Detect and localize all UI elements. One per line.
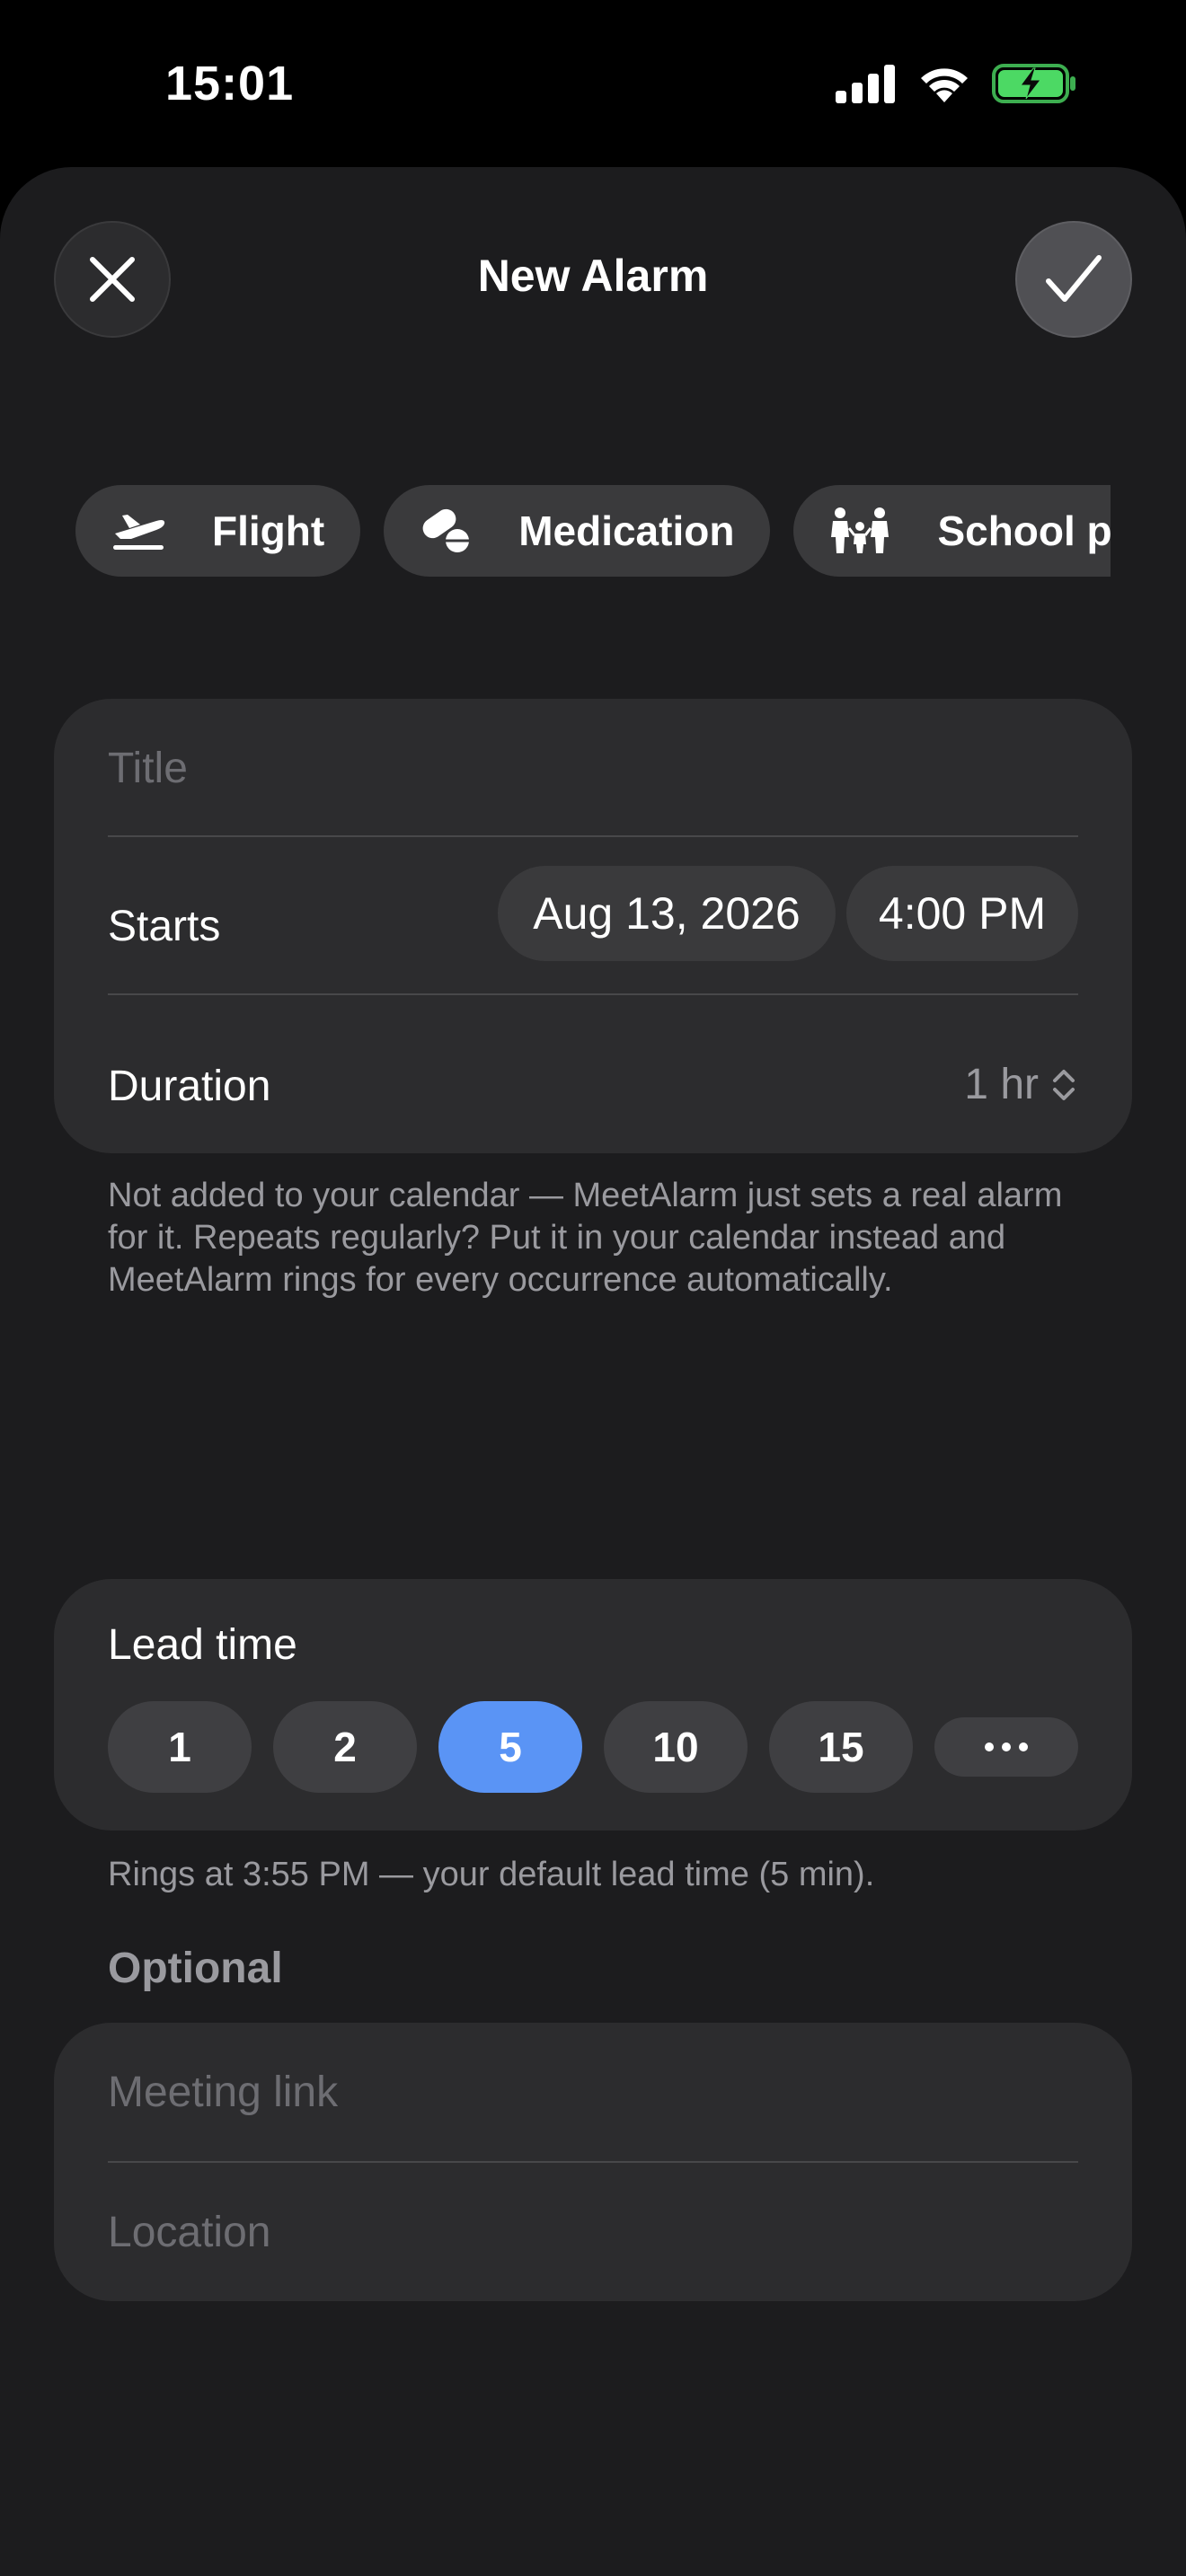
checkmark-icon [1046, 255, 1102, 302]
preset-school-pickup[interactable]: School pic [793, 485, 1111, 577]
preset-chips: Flight Medication School pic [75, 485, 1111, 580]
divider [108, 835, 1078, 837]
duration-picker[interactable]: 1 hr [964, 1060, 1076, 1109]
duration-label: Duration [108, 1063, 271, 1110]
start-time-button[interactable]: 4:00 PM [846, 866, 1078, 961]
preset-label: Medication [518, 507, 735, 554]
status-bar: 15:01 [0, 0, 1186, 167]
confirm-button[interactable] [1015, 221, 1132, 338]
lead-more-button[interactable] [934, 1717, 1078, 1777]
duration-value: 1 hr [964, 1061, 1039, 1108]
calendar-help-text: Not added to your calendar — MeetAlarm j… [108, 1177, 1063, 1299]
airplane-takeoff-icon [113, 515, 165, 550]
battery-charging-icon [992, 63, 1078, 109]
optional-heading: Optional [108, 1945, 283, 1992]
status-time: 15:01 [165, 57, 295, 110]
status-icons [834, 63, 1078, 109]
ellipsis-icon [985, 1742, 1028, 1751]
chevron-up-down-icon [1053, 1069, 1075, 1100]
pills-icon [422, 508, 470, 552]
preset-medication[interactable]: Medication [384, 485, 771, 577]
optional-card: Meeting link Location [54, 2023, 1132, 2301]
new-alarm-sheet: New Alarm Flight Medication School p Tit… [0, 167, 1186, 2576]
title-input[interactable]: Title [108, 744, 1078, 793]
start-date-button[interactable]: Aug 13, 2026 [498, 866, 836, 961]
signal-icon [834, 64, 897, 108]
rings-at-text: Rings at 3:55 PM — your default lead tim… [108, 1856, 875, 1893]
wifi-icon [916, 63, 972, 109]
lead-option-15[interactable]: 15 [769, 1701, 913, 1793]
lead-option-2[interactable]: 2 [273, 1701, 417, 1793]
page-title: New Alarm [477, 251, 709, 301]
lead-time-label: Lead time [108, 1621, 297, 1669]
lead-option-1[interactable]: 1 [108, 1701, 252, 1793]
lead-time-card: Lead time 1 2 5 10 15 [54, 1579, 1132, 1831]
preset-flight[interactable]: Flight [75, 485, 361, 577]
meeting-link-input[interactable]: Meeting link [108, 2068, 1078, 2117]
preset-label: School pic [937, 507, 1111, 554]
lead-option-5[interactable]: 5 [438, 1701, 582, 1793]
divider [108, 2161, 1078, 2163]
preset-label: Flight [212, 507, 325, 554]
family-icon [831, 507, 890, 553]
divider [108, 993, 1078, 995]
lead-option-10[interactable]: 10 [604, 1701, 748, 1793]
location-input[interactable]: Location [108, 2208, 1078, 2257]
